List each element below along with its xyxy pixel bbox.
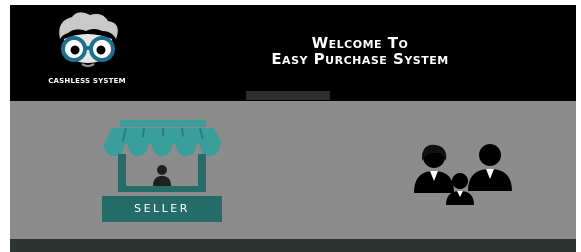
people-group-icon <box>414 144 512 205</box>
seller-label: SELLER <box>102 196 222 222</box>
buyer-button[interactable] <box>412 141 517 207</box>
footer-bar <box>10 239 576 252</box>
geek-face-icon <box>59 12 118 67</box>
header: CASHLESS SYSTEM Welcome To Easy Purchase… <box>10 5 576 101</box>
system-title: Easy Purchase System <box>271 50 449 68</box>
header-divider-bar <box>246 91 330 100</box>
main-panel: SELLER <box>10 101 576 239</box>
welcome-title: Welcome To <box>311 34 409 52</box>
app-frame: CASHLESS SYSTEM Welcome To Easy Purchase… <box>10 5 576 252</box>
seller-button[interactable]: SELLER <box>102 120 224 222</box>
cashless-system-logo: CASHLESS SYSTEM <box>32 9 142 97</box>
logo-text: CASHLESS SYSTEM <box>48 77 126 85</box>
market-stall-icon <box>104 120 222 192</box>
